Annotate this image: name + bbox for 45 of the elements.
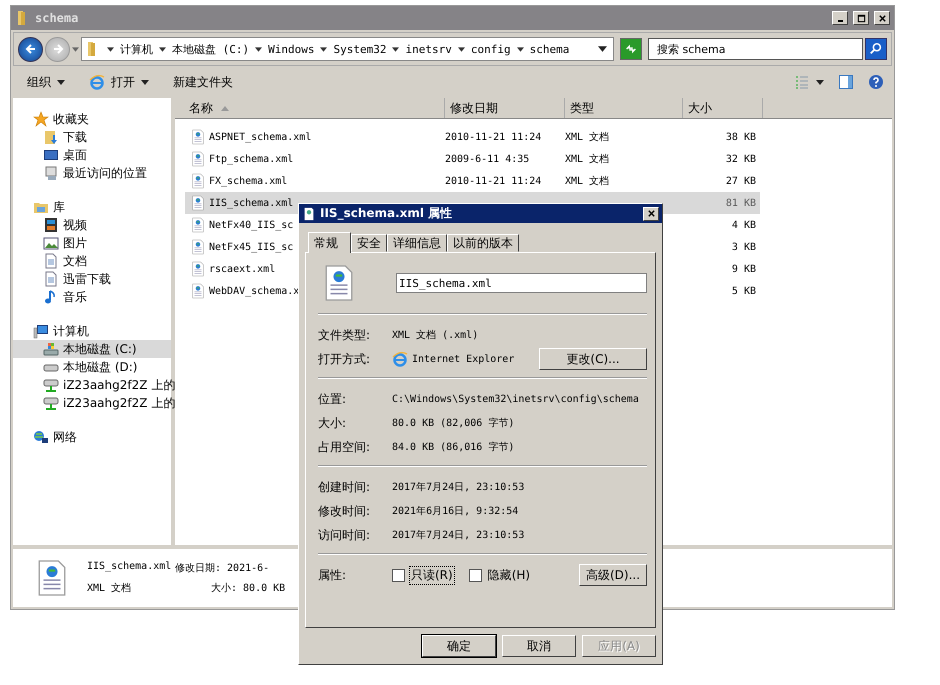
file-size: 32 KB (726, 154, 756, 164)
property-label: 访问时间: (318, 526, 372, 544)
property-value: 80.0 KB (82,006 字节) (392, 416, 514, 430)
file-type: XML 文档 (565, 174, 610, 188)
property-label: 大小: (318, 414, 348, 432)
file-type: XML 文档 (565, 130, 610, 144)
file-name: FX_schema.xml (209, 176, 288, 186)
modified-date: 2009-6-11 4:35 (445, 154, 530, 164)
file-name: IIS_schema.xml (87, 561, 172, 574)
modified-date: 2010-11-21 11:24 (445, 176, 542, 186)
file-size: 大小: 80.0 KB (211, 582, 286, 595)
file-size: 3 KB (732, 242, 756, 252)
file-name: ASPNET_schema.xml (209, 132, 312, 142)
property-label: 文件类型: (318, 326, 372, 344)
property-label: 打开方式: (318, 350, 372, 368)
file-name: rscaext.xml (209, 264, 276, 274)
property-value: 2021年6月16日, 9:32:54 (392, 505, 518, 518)
window-title: schema (35, 11, 78, 25)
file-size: 9 KB (732, 264, 756, 274)
file-name: Ftp_schema.xml (209, 154, 294, 164)
file-size: 4 KB (732, 220, 756, 230)
property-label: 位置: (318, 390, 348, 408)
file-type: XML 文档 (565, 152, 610, 166)
property-label: 属性: (318, 566, 348, 584)
modified-date: 2010-11-21 11:24 (445, 132, 542, 142)
file-size: 38 KB (726, 132, 756, 142)
property-value: 84.0 KB (86,016 字节) (392, 440, 514, 454)
dialog-title: IIS_schema.xml 属性 (320, 205, 452, 222)
file-name: NetFx45_IIS_sc (209, 242, 294, 252)
property-value: 2017年7月24日, 23:10:53 (392, 529, 524, 542)
property-label: 创建时间: (318, 478, 372, 496)
file-size: 5 KB (732, 286, 756, 296)
property-value: C:\Windows\System32\inetsrv\config\schema (392, 394, 639, 404)
property-label: 修改时间: (318, 502, 372, 520)
file-name: NetFx40_IIS_sc (209, 220, 294, 230)
file-name: WebDAV_schema.x (209, 286, 300, 296)
file-size: 27 KB (726, 176, 756, 186)
file-size: 81 KB (726, 198, 756, 208)
property-value: XML 文档 (.xml) (392, 328, 478, 342)
file-name: IIS_schema.xml (209, 198, 294, 208)
property-value: 2017年7月24日, 23:10:53 (392, 481, 524, 494)
modified-date: 修改日期: 2021-6- (175, 562, 270, 575)
property-label: 占用空间: (318, 438, 372, 456)
property-value: Internet Explorer (412, 354, 514, 364)
file-type: XML 文档 (87, 582, 132, 595)
